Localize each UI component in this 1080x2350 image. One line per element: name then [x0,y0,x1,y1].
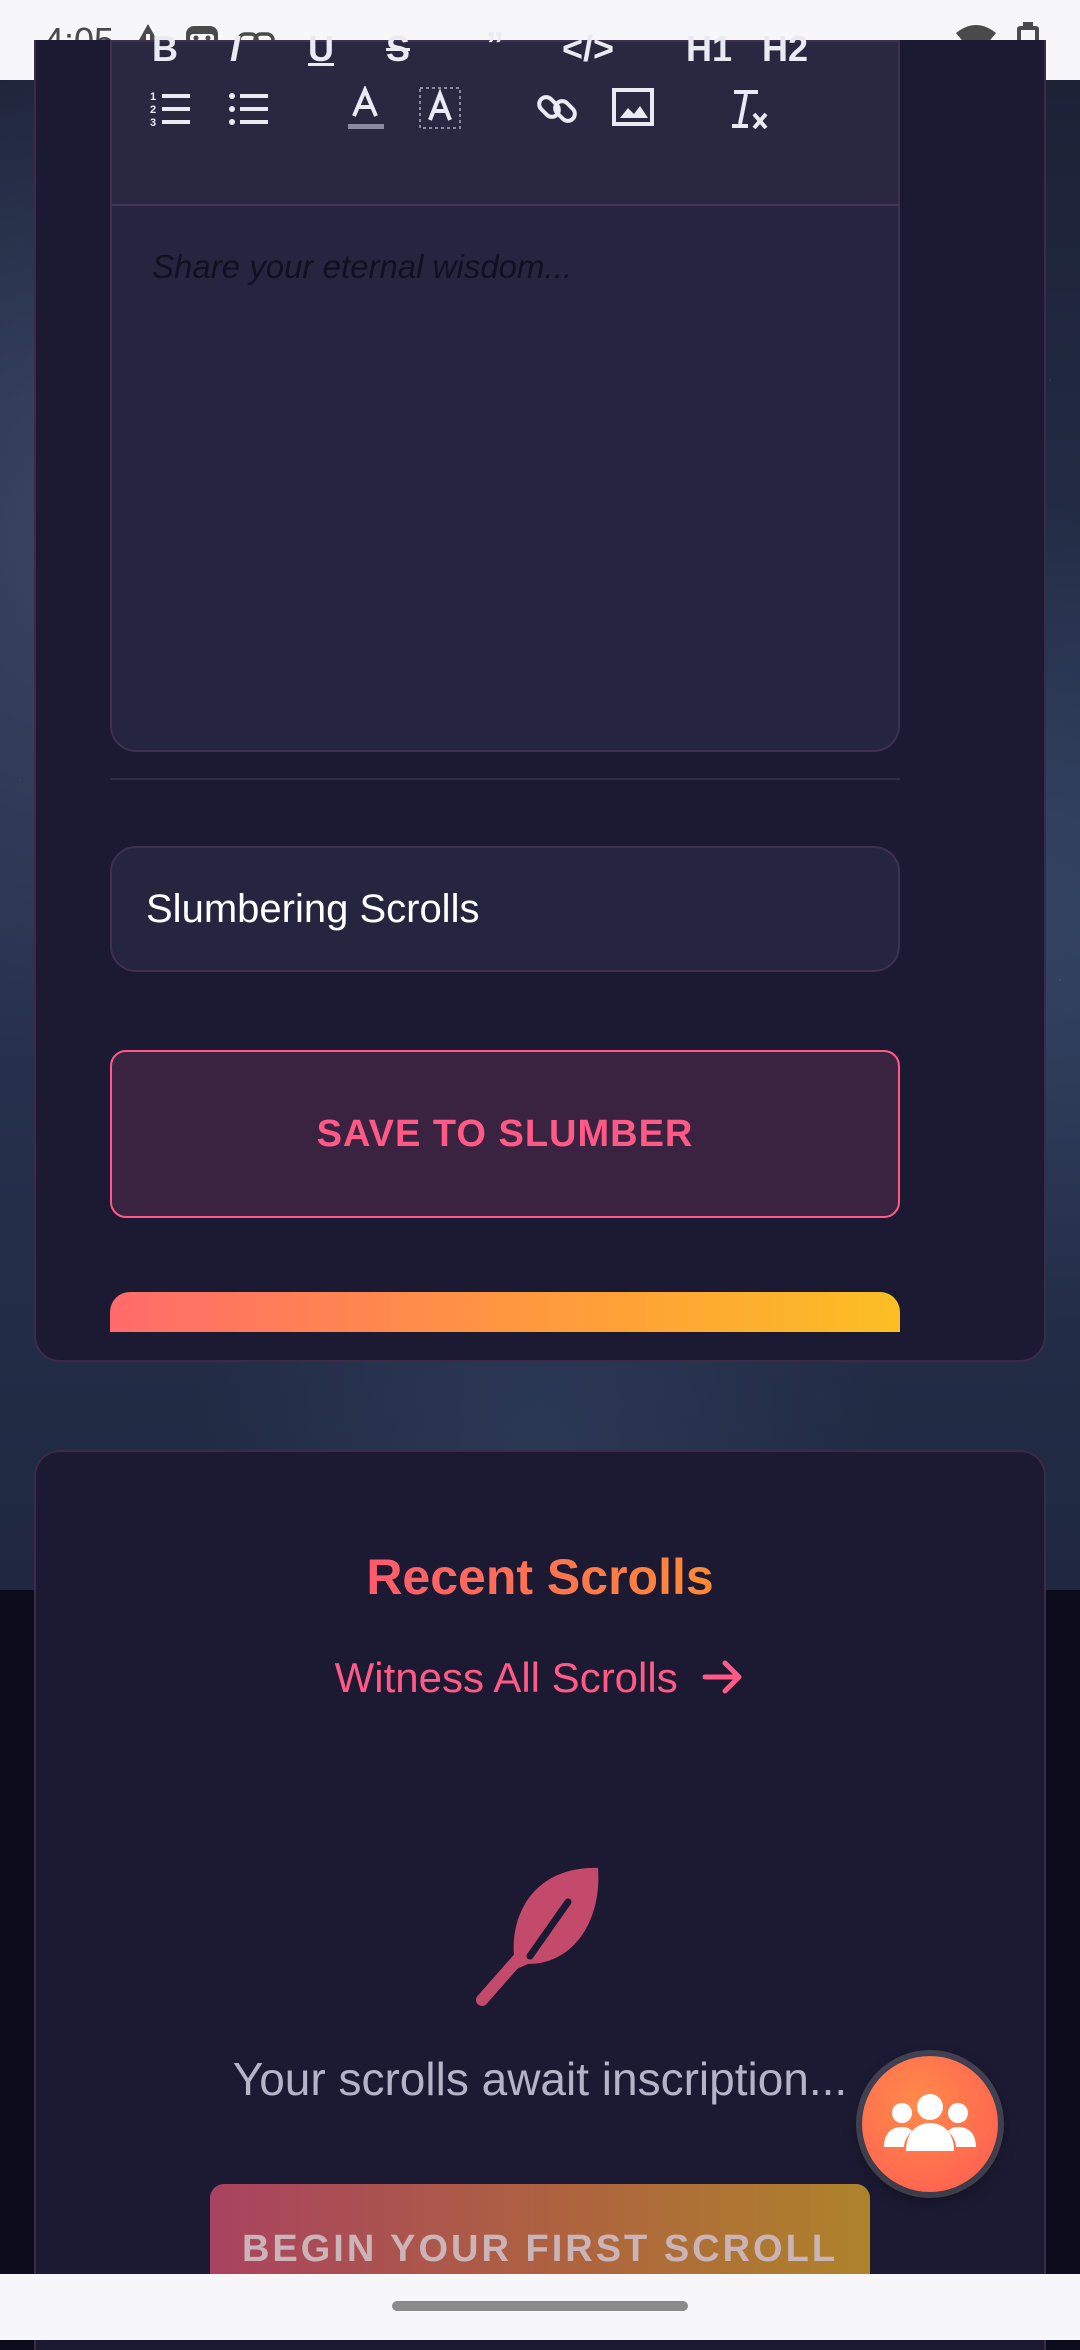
italic-button[interactable]: I [230,28,240,70]
witness-all-scrolls-link[interactable]: Witness All Scrolls [0,1654,1080,1705]
feather-icon [470,1860,620,2010]
editor-placeholder: Share your eternal wisdom... [152,248,573,285]
category-field[interactable]: Slumbering Scrolls [110,846,900,972]
h2-button[interactable]: H2 [762,28,808,70]
insert-link-icon[interactable] [536,86,580,141]
home-indicator[interactable] [392,2301,688,2311]
rich-text-editor[interactable]: Share your eternal wisdom... [110,206,900,752]
underline-button[interactable]: U [308,28,334,70]
recent-scrolls-title-text: Recent Scrolls [366,1549,714,1605]
witness-link-label: Witness All Scrolls [334,1654,678,1701]
code-block-button[interactable]: </> [562,28,614,70]
svg-text:2: 2 [150,104,156,116]
bold-button[interactable]: B [152,28,178,70]
quote-button[interactable]: ” [486,24,504,66]
save-to-slumber-button[interactable]: SAVE TO SLUMBER [110,1050,900,1218]
image-icon[interactable] [612,88,654,137]
submit-gradient-button[interactable] [110,1292,900,1332]
h1-button[interactable]: H1 [686,28,732,70]
text-color-icon[interactable] [344,84,386,141]
editor-toolbar: B I U S ” </> H1 H2 123 [110,24,900,206]
highlight-color-icon[interactable] [418,86,462,141]
group-users-icon [882,2087,978,2162]
ordered-list-icon[interactable]: 123 [150,88,192,139]
svg-text:3: 3 [150,117,156,129]
recent-scrolls-title: Recent Scrolls [0,1548,1080,1606]
arrow-right-icon [701,1657,745,1705]
strike-button[interactable]: S [386,28,410,70]
svg-text:1: 1 [150,91,156,103]
community-fab-button[interactable] [862,2056,998,2192]
bullet-list-icon[interactable] [228,88,270,139]
form-divider [110,778,900,780]
clear-format-icon[interactable] [730,86,772,141]
